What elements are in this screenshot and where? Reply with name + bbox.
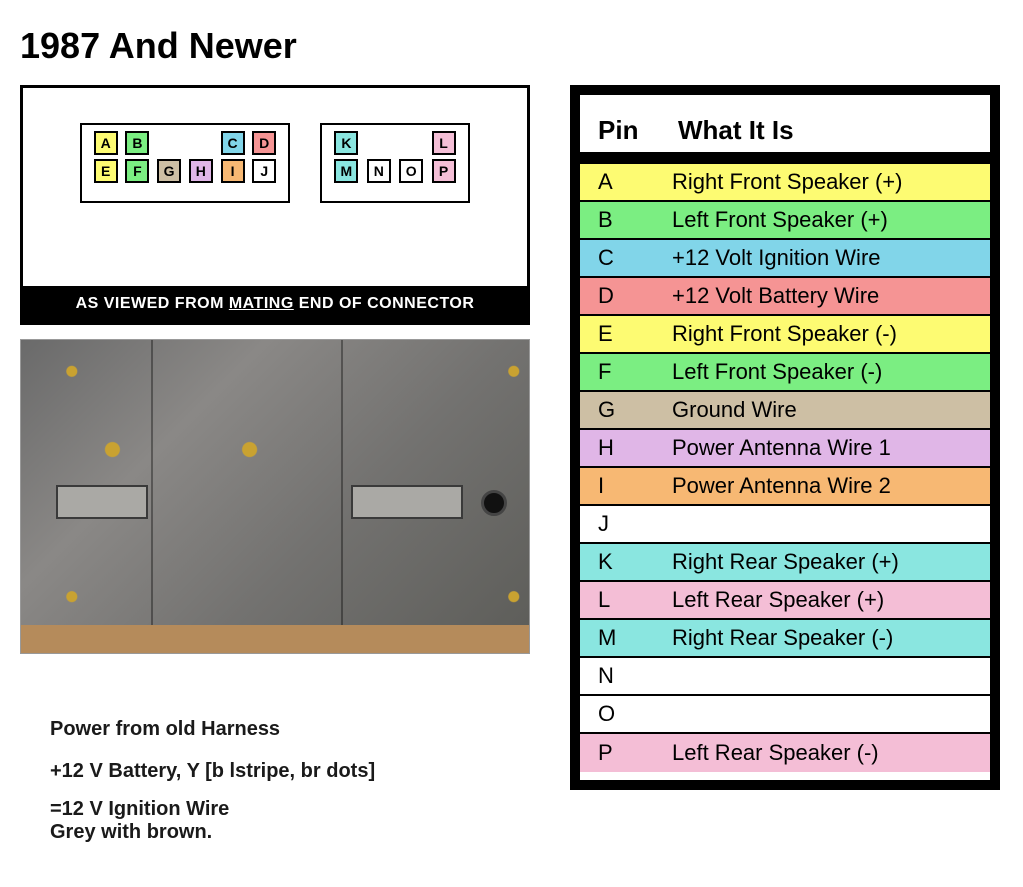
cell-pin: B	[580, 207, 660, 233]
pinout-table: Pin What It Is ARight Front Speaker (+)B…	[570, 85, 1000, 790]
cell-pin: G	[580, 397, 660, 423]
table-row: FLeft Front Speaker (-)	[580, 354, 990, 392]
page-title: 1987 And Newer	[20, 25, 1003, 67]
connector-a: AB CD EFGHIJ	[80, 123, 290, 203]
table-row: O	[580, 696, 990, 734]
cell-pin: H	[580, 435, 660, 461]
cell-desc: Right Front Speaker (+)	[660, 169, 990, 195]
table-row: ARight Front Speaker (+)	[580, 164, 990, 202]
cell-pin: O	[580, 701, 660, 727]
caption-underlined: MATING	[229, 295, 294, 312]
note-line: =12 V Ignition Wire	[50, 798, 530, 821]
cell-pin: F	[580, 359, 660, 385]
pin-J: J	[252, 159, 276, 183]
wiring-notes: Power from old Harness +12 V Battery, Y …	[20, 714, 530, 844]
pin-D: D	[252, 131, 276, 155]
pin-empty	[399, 131, 423, 155]
cell-pin: L	[580, 587, 660, 613]
cell-desc: Left Rear Speaker (-)	[660, 740, 990, 766]
cell-pin: D	[580, 283, 660, 309]
pin-O: O	[399, 159, 423, 183]
pin-N: N	[367, 159, 391, 183]
table-row: D+12 Volt Battery Wire	[580, 278, 990, 316]
pin-B: B	[125, 131, 149, 155]
cell-pin: I	[580, 473, 660, 499]
pin-H: H	[189, 159, 213, 183]
connector-caption: AS VIEWED FROM MATING END OF CONNECTOR	[23, 286, 527, 322]
cell-desc: Left Front Speaker (-)	[660, 359, 990, 385]
pin-empty	[367, 131, 391, 155]
cell-desc: +12 Volt Ignition Wire	[660, 245, 990, 271]
cell-pin: A	[580, 169, 660, 195]
note-line: Grey with brown.	[50, 821, 530, 844]
pin-L: L	[432, 131, 456, 155]
table-row: GGround Wire	[580, 392, 990, 430]
pin-K: K	[334, 131, 358, 155]
cell-desc: +12 Volt Battery Wire	[660, 283, 990, 309]
table-row: BLeft Front Speaker (+)	[580, 202, 990, 240]
table-row: LLeft Rear Speaker (+)	[580, 582, 990, 620]
pin-P: P	[432, 159, 456, 183]
cell-pin: M	[580, 625, 660, 651]
pin-G: G	[157, 159, 181, 183]
cell-desc: Ground Wire	[660, 397, 990, 423]
caption-post: END OF CONNECTOR	[294, 295, 475, 312]
cell-desc: Power Antenna Wire 2	[660, 473, 990, 499]
cell-desc: Left Front Speaker (+)	[660, 207, 990, 233]
cell-pin: C	[580, 245, 660, 271]
pin-C: C	[221, 131, 245, 155]
pin-F: F	[125, 159, 149, 183]
cell-pin: E	[580, 321, 660, 347]
connector-b: K L MNOP	[320, 123, 470, 203]
note-line: Power from old Harness	[50, 714, 530, 744]
table-row: MRight Rear Speaker (-)	[580, 620, 990, 658]
pin-I: I	[221, 159, 245, 183]
note-line: +12 V Battery, Y [b lstripe, br dots]	[50, 756, 530, 786]
table-row: KRight Rear Speaker (+)	[580, 544, 990, 582]
cell-pin: N	[580, 663, 660, 689]
cell-desc: Power Antenna Wire 1	[660, 435, 990, 461]
pin-M: M	[334, 159, 358, 183]
cell-desc: Right Rear Speaker (-)	[660, 625, 990, 651]
pin-empty	[189, 131, 213, 155]
cell-pin: K	[580, 549, 660, 575]
table-row: J	[580, 506, 990, 544]
caption-pre: AS VIEWED FROM	[76, 295, 229, 312]
table-head-desc: What It Is	[678, 115, 794, 146]
table-row: PLeft Rear Speaker (-)	[580, 734, 990, 772]
pin-A: A	[94, 131, 118, 155]
cell-desc: Left Rear Speaker (+)	[660, 587, 990, 613]
table-row: IPower Antenna Wire 2	[580, 468, 990, 506]
radio-back-photo	[20, 339, 530, 654]
table-row: N	[580, 658, 990, 696]
connector-diagram: AB CD EFGHIJ K L MNOP AS VIEWED FROM MATIN…	[20, 85, 530, 325]
pin-empty	[157, 131, 181, 155]
cell-pin: P	[580, 740, 660, 766]
table-row: C+12 Volt Ignition Wire	[580, 240, 990, 278]
table-row: HPower Antenna Wire 1	[580, 430, 990, 468]
cell-desc: Right Rear Speaker (+)	[660, 549, 990, 575]
cell-desc: Right Front Speaker (-)	[660, 321, 990, 347]
pin-E: E	[94, 159, 118, 183]
cell-pin: J	[580, 511, 660, 537]
table-head-pin: Pin	[598, 115, 678, 146]
table-row: ERight Front Speaker (-)	[580, 316, 990, 354]
